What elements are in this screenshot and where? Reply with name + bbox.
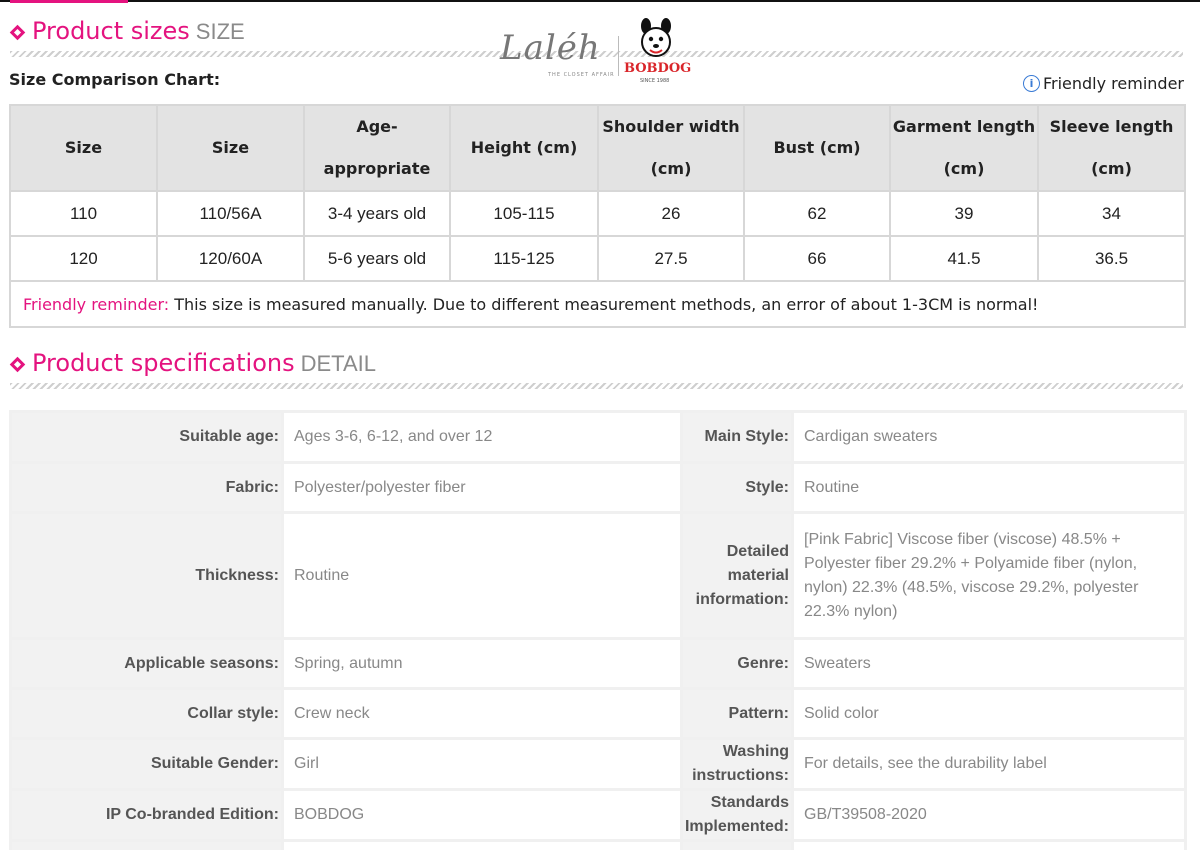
spec-key: Thickness: (9, 511, 284, 640)
spec-value: Routine (791, 461, 1187, 514)
spec-value: Crew neck (281, 687, 683, 740)
table-cell: 34 (1037, 190, 1186, 237)
spec-value: BOBDOG (281, 788, 683, 842)
header-sleeve-length: Sleeve length (cm) (1037, 104, 1186, 192)
size-chart-label: Size Comparison Chart: (9, 70, 221, 89)
spec-value: GB/T39508-2020 (791, 788, 1187, 842)
table-cell: 105-115 (449, 190, 599, 237)
section-subtitle: DETAIL (300, 351, 377, 376)
header-shoulder: Shoulder width (cm) (597, 104, 745, 192)
top-rule (0, 0, 1200, 2)
table-row: 120 120/60A 5-6 years old 115-125 27.5 6… (9, 235, 1186, 282)
table-row: 110 110/56A 3-4 years old 105-115 26 62 … (9, 190, 1186, 237)
spec-row: IP Co-branded Edition: BOBDOG Standards … (9, 788, 1187, 842)
spec-key: Pattern: (680, 687, 794, 740)
spec-value: Ages 3-6, 6-12, and over 12 (281, 410, 683, 464)
table-cell: 26 (597, 190, 745, 237)
table-cell: 120 (9, 235, 158, 282)
spec-value: [Pink Fabric] Viscose fiber (viscose) 48… (791, 511, 1187, 640)
section-title: Product sizes (32, 17, 190, 45)
table-cell: 66 (743, 235, 891, 282)
spec-key: Washing instructions: (680, 737, 794, 791)
table-cell: 110 (9, 190, 158, 237)
header-age: Age-appropriate (303, 104, 451, 192)
spec-value: Routine (281, 511, 683, 640)
spec-key: IP Co-branded Edition: (9, 788, 284, 842)
spec-value: Spring, autumn (281, 637, 683, 690)
spec-value: Polyester/polyester fiber (281, 461, 683, 514)
header-size: Size (9, 104, 158, 192)
spec-value (791, 839, 1187, 850)
diamond-bullet-icon (9, 356, 26, 373)
spec-key: Applicable seasons: (9, 637, 284, 690)
header-size-code: Size (156, 104, 305, 192)
table-cell: 27.5 (597, 235, 745, 282)
size-note: Friendly reminder: This size is measured… (9, 280, 1186, 328)
header-garment-length: Garment length (cm) (889, 104, 1039, 192)
table-cell: 3-4 years old (303, 190, 451, 237)
spec-value: Cardigan sweaters (791, 410, 1187, 464)
spec-row: Thickness: Routine Detailed material inf… (9, 511, 1187, 640)
spec-key: Suitable Gender: (9, 737, 284, 791)
spec-key: Collar style: (9, 687, 284, 740)
logo-divider (618, 36, 619, 76)
spec-value: Solid color (791, 687, 1187, 740)
section-subtitle: SIZE (195, 19, 245, 44)
table-cell: 62 (743, 190, 891, 237)
spec-key: Genre: (680, 637, 794, 690)
section-header-specs: Product specifications DETAIL (9, 348, 377, 378)
friendly-reminder-label: Friendly reminder (1042, 74, 1184, 93)
spec-key: Suitable age: (9, 410, 284, 464)
laleh-tagline: THE CLOSET AFFAIR (548, 72, 615, 78)
spec-row: Suitable age: Ages 3-6, 6-12, and over 1… (9, 410, 1187, 464)
top-rule-accent (10, 0, 128, 3)
friendly-reminder-link[interactable]: i Friendly reminder (1022, 74, 1184, 93)
spec-row (9, 839, 1187, 850)
spec-key: Detailed material information: (680, 511, 794, 640)
brand-logo: Laléh THE CLOSET AFFAIR BOBDOG SINCE 198… (498, 18, 703, 86)
spec-table: Suitable age: Ages 3-6, 6-12, and over 1… (9, 410, 1187, 850)
size-comparison-table: Size Size Age-appropriate Height (cm) Sh… (9, 104, 1186, 328)
spec-value (281, 839, 683, 850)
bobdog-logo-text: BOBDOG (624, 61, 692, 76)
header-height: Height (cm) (449, 104, 599, 192)
size-note-label: Friendly reminder: (23, 294, 170, 314)
table-cell: 41.5 (889, 235, 1039, 282)
size-table-header-row: Size Size Age-appropriate Height (cm) Sh… (9, 104, 1186, 192)
spec-row: Fabric: Polyester/polyester fiber Style:… (9, 461, 1187, 514)
spec-key: Main Style: (680, 410, 794, 464)
header-bust: Bust (cm) (743, 104, 891, 192)
section-divider (10, 383, 1183, 389)
spec-value: Sweaters (791, 637, 1187, 690)
spec-key (9, 839, 284, 850)
section-header-sizes: Product sizes SIZE (9, 16, 245, 46)
bobdog-mascot-icon (641, 18, 671, 57)
spec-key: Fabric: (9, 461, 284, 514)
spec-row: Collar style: Crew neck Pattern: Solid c… (9, 687, 1187, 740)
table-cell: 115-125 (449, 235, 599, 282)
laleh-logo-text: Laléh (500, 28, 601, 68)
table-cell: 5-6 years old (303, 235, 451, 282)
table-cell: 36.5 (1037, 235, 1186, 282)
table-cell: 39 (889, 190, 1039, 237)
bobdog-since: SINCE 1988 (640, 78, 670, 84)
spec-value: For details, see the durability label (791, 737, 1187, 791)
spec-key (680, 839, 794, 850)
spec-value: Girl (281, 737, 683, 791)
spec-key: Standards Implemented: (680, 788, 794, 842)
size-note-text: This size is measured manually. Due to d… (169, 294, 1039, 314)
table-cell: 110/56A (156, 190, 305, 237)
spec-row: Suitable Gender: Girl Washing instructio… (9, 737, 1187, 791)
table-cell: 120/60A (156, 235, 305, 282)
section-title: Product specifications (32, 349, 295, 377)
spec-row: Applicable seasons: Spring, autumn Genre… (9, 637, 1187, 690)
info-icon: i (1022, 75, 1040, 92)
size-note-row: Friendly reminder: This size is measured… (9, 280, 1186, 328)
diamond-bullet-icon (9, 24, 26, 41)
spec-key: Style: (680, 461, 794, 514)
